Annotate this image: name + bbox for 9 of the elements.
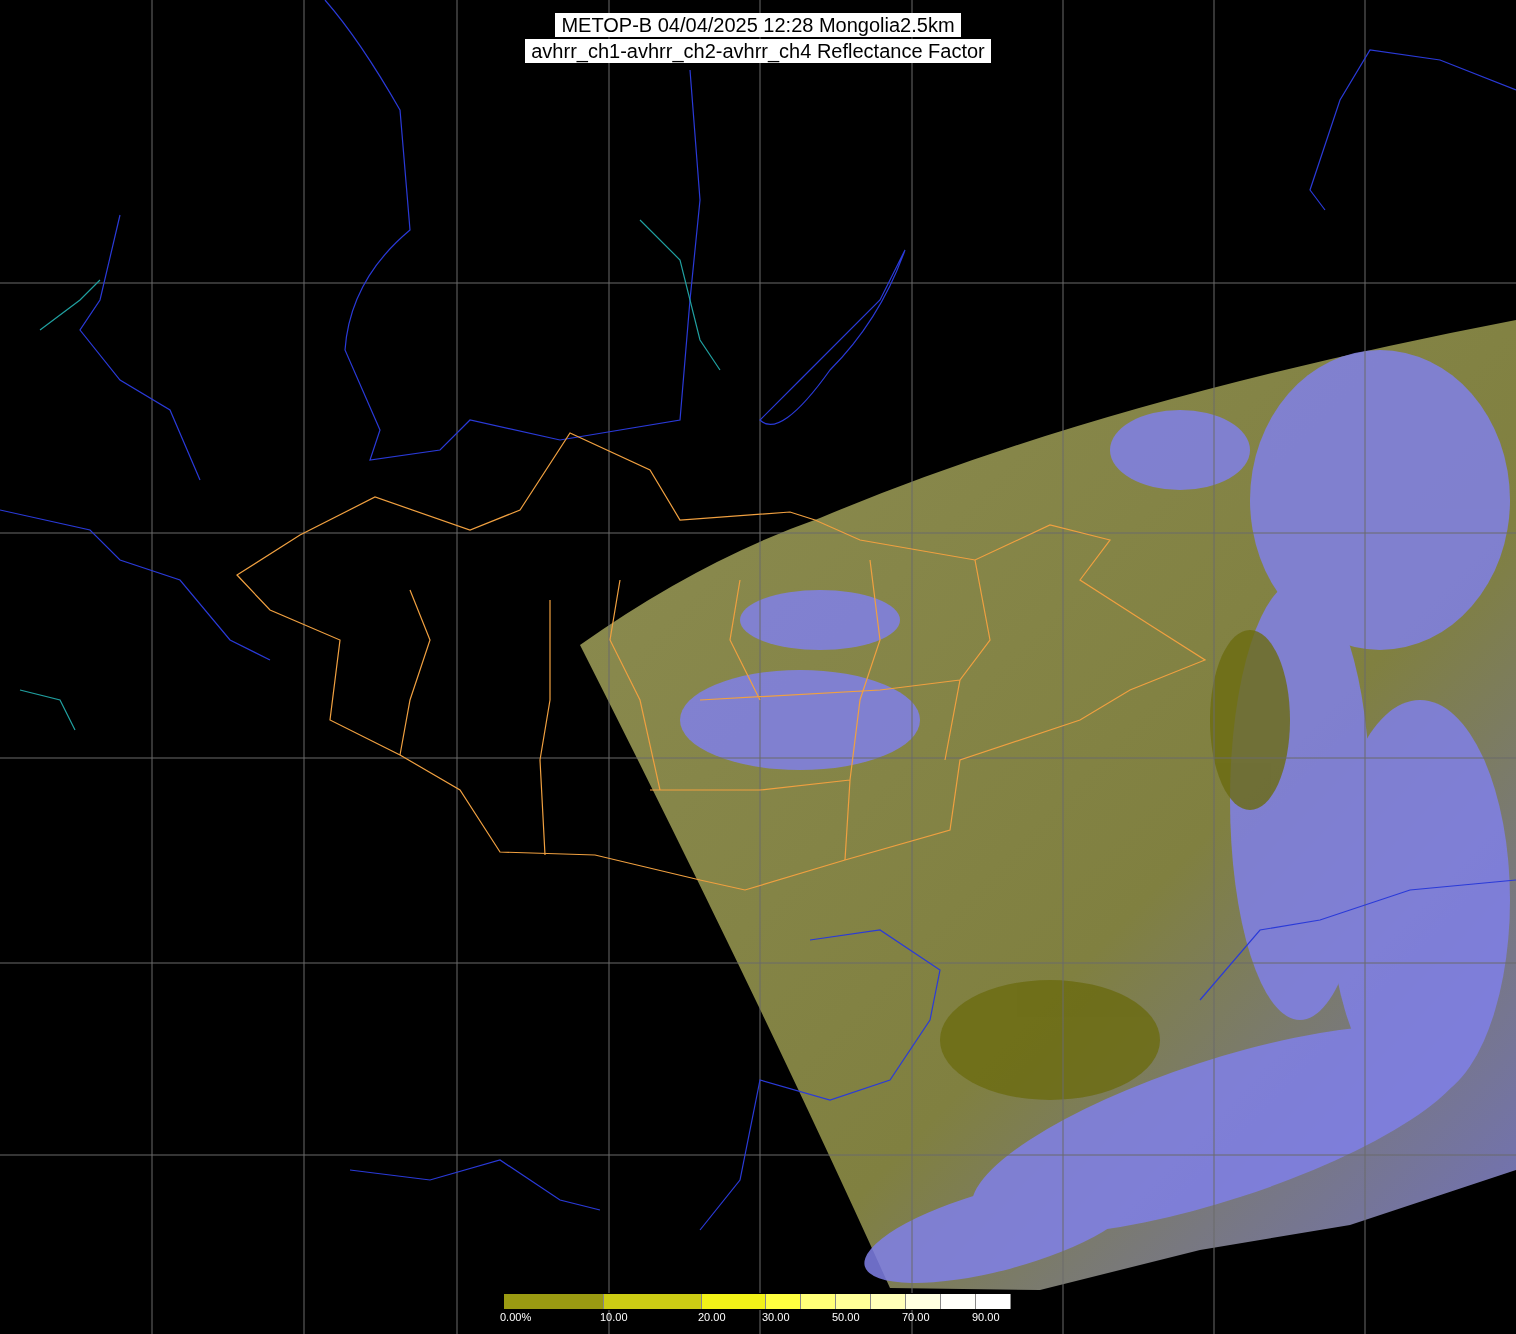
colorbar-label: 90.00 bbox=[972, 1310, 1000, 1324]
colorbar-label: 50.00 bbox=[832, 1310, 860, 1324]
colorbar-label: 0.00% bbox=[500, 1310, 532, 1324]
colorbar-label: 20.00 bbox=[698, 1310, 726, 1324]
map-title: METOP-B 04/04/2025 12:28 Mongolia2.5km bbox=[555, 13, 961, 37]
colorbar-label: 10.00 bbox=[600, 1310, 628, 1324]
colorbar-label: 30.00 bbox=[762, 1310, 790, 1324]
map-title: avhrr_ch1-avhrr_ch2-avhrr_ch4 Reflectance Factor bbox=[525, 39, 991, 63]
colorbar-label: 70.00 bbox=[902, 1310, 930, 1324]
